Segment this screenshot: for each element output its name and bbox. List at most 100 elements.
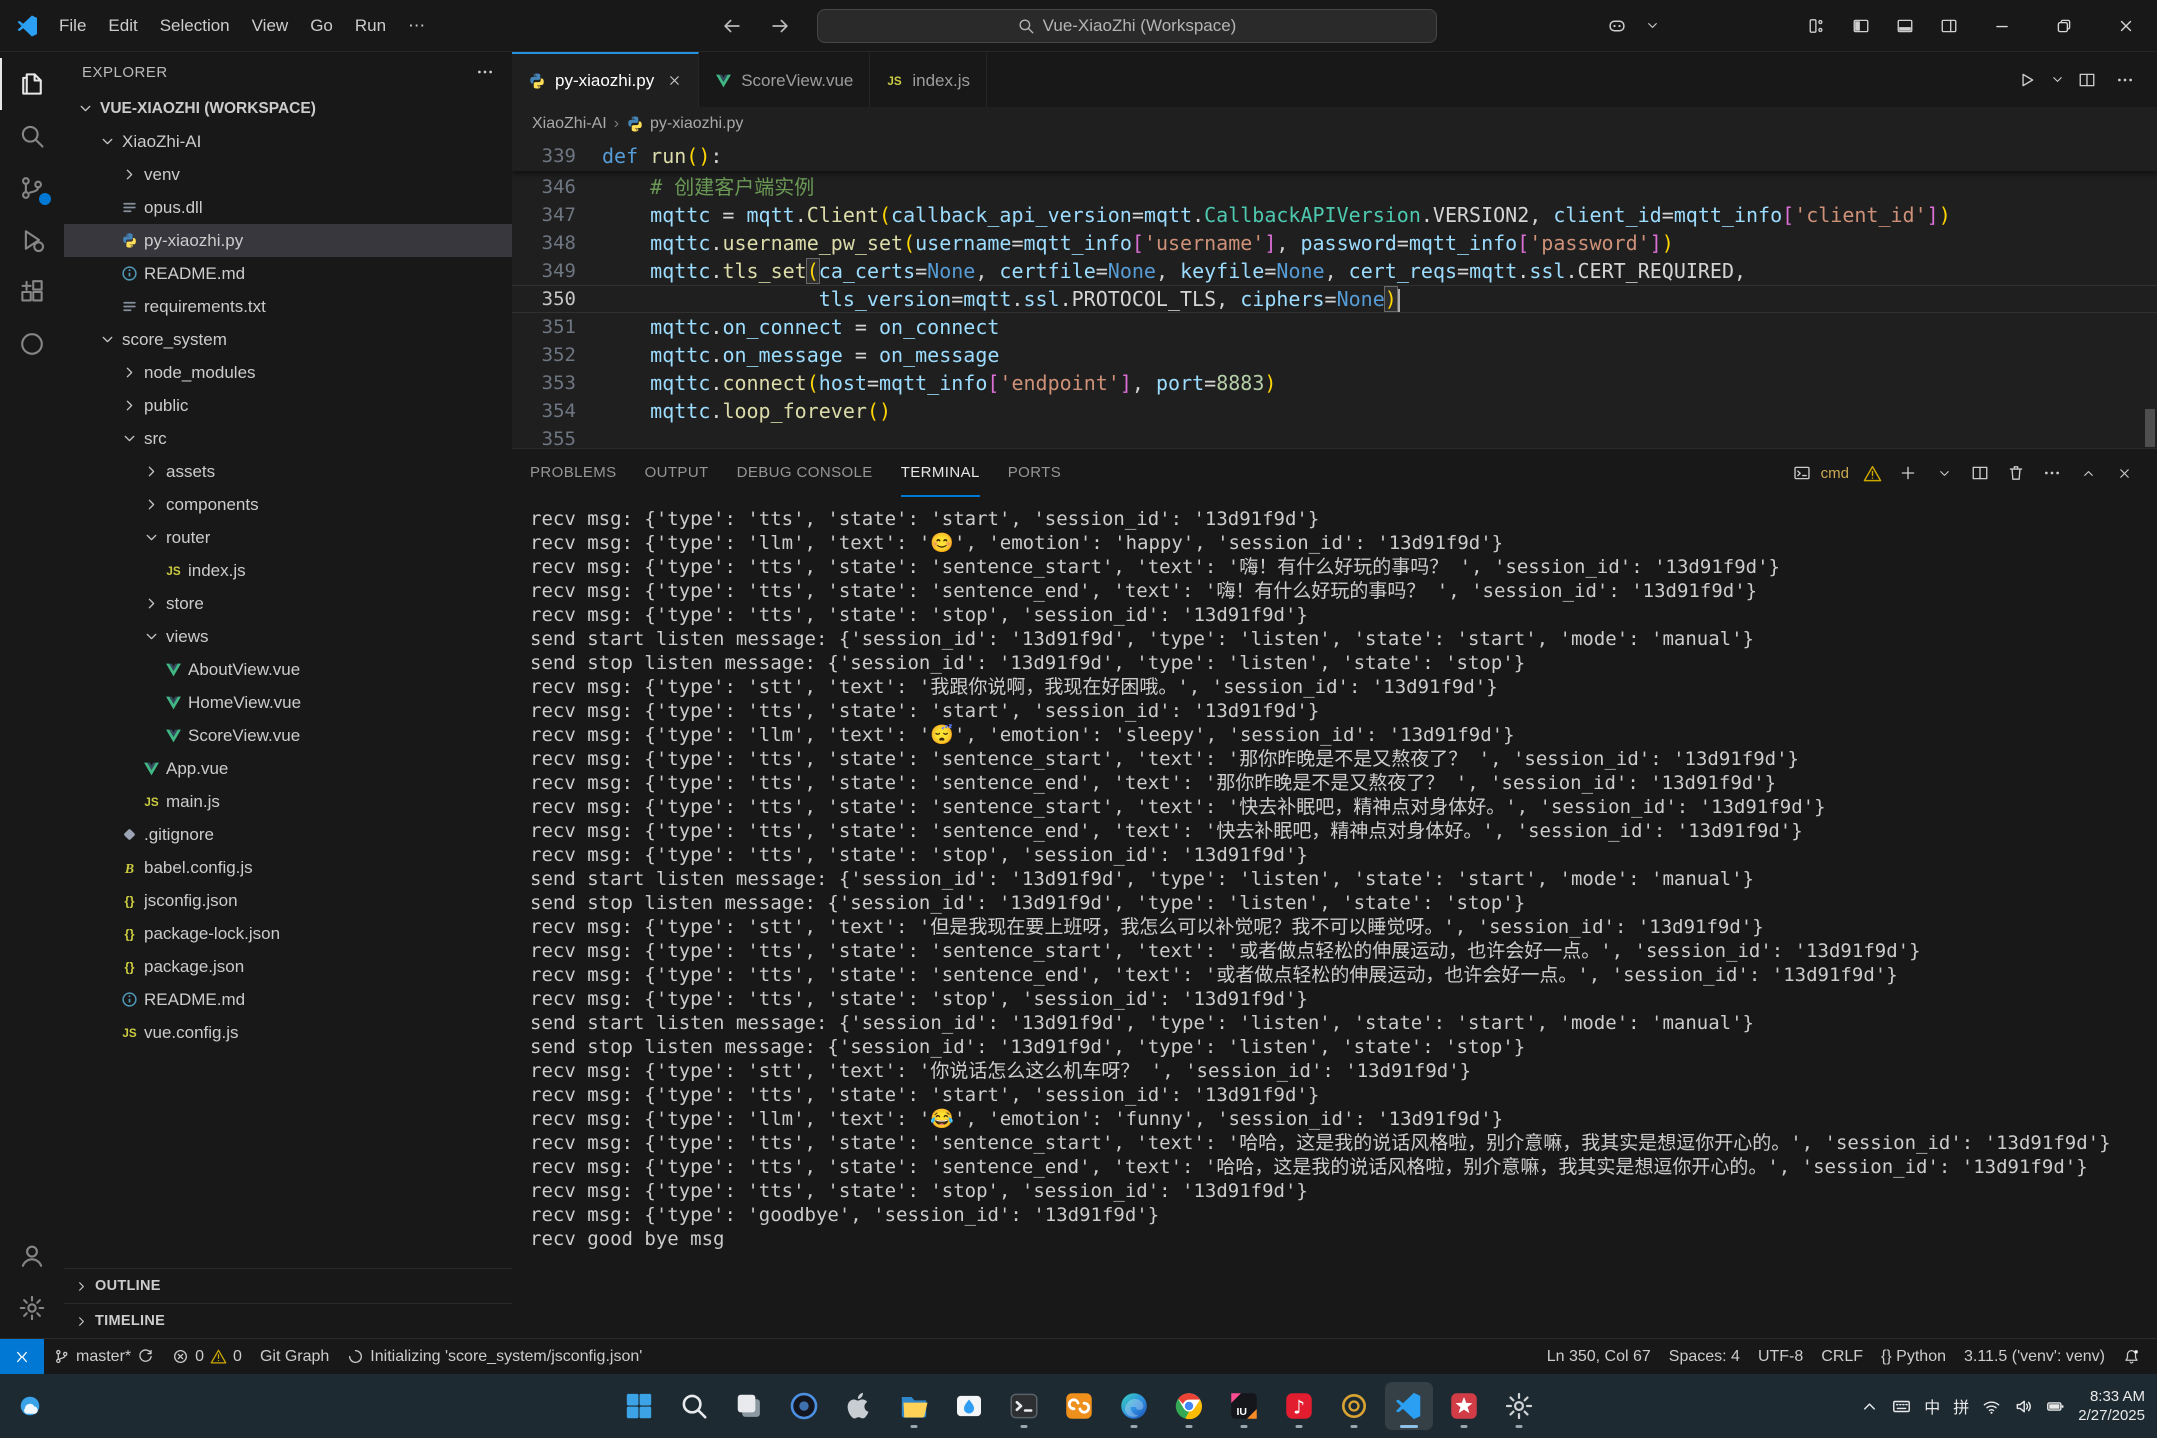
tree-item-jsconfig.json[interactable]: {}jsconfig.json (64, 884, 512, 917)
wifi-icon[interactable] (1982, 1397, 2001, 1416)
taskbar-cloud-drive-icon[interactable] (945, 1382, 993, 1430)
toggle-panel-icon[interactable] (1883, 0, 1927, 51)
taskbar-app-orange-icon[interactable] (1055, 1382, 1103, 1430)
ime-mode[interactable]: 拼 (1953, 1394, 1969, 1418)
tree-item-aboutview.vue[interactable]: AboutView.vue (64, 653, 512, 686)
tree-item-scoreview.vue[interactable]: ScoreView.vue (64, 719, 512, 752)
toggle-sidebar-icon[interactable] (1839, 0, 1883, 51)
activity-run-debug[interactable] (0, 214, 64, 266)
tree-item-main.js[interactable]: JSmain.js (64, 785, 512, 818)
taskbar-app-red-icon[interactable] (1440, 1382, 1488, 1430)
tree-item-readme.md[interactable]: README.md (64, 983, 512, 1016)
terminal-output[interactable]: recv msg: {'type': 'tts', 'state': 'star… (512, 497, 2157, 1338)
tree-item-node-modules[interactable]: node_modules (64, 356, 512, 389)
close-button[interactable] (2095, 0, 2157, 51)
code-editor[interactable]: 339def run():346 # 创建客户端实例347 mqttc = mq… (512, 141, 2157, 448)
taskbar-copilot-icon[interactable] (780, 1382, 828, 1430)
tray-chevron-up-icon[interactable] (1860, 1397, 1879, 1416)
breadcrumb[interactable]: XiaoZhi-AI›py-xiaozhi.py (512, 107, 2157, 141)
taskbar-chrome-icon[interactable] (1165, 1382, 1213, 1430)
panel-tab-ports[interactable]: PORTS (1008, 449, 1061, 497)
tree-item-py-xiaozhi.py[interactable]: py-xiaozhi.py (64, 224, 512, 257)
activity-search[interactable] (0, 110, 64, 162)
tree-item-.gitignore[interactable]: .gitignore (64, 818, 512, 851)
tree-item-router[interactable]: router (64, 521, 512, 554)
tree-item-babel.config.js[interactable]: Bbabel.config.js (64, 851, 512, 884)
activity-extension-ring[interactable] (0, 318, 64, 370)
activity-settings[interactable] (0, 1282, 64, 1334)
sidebar-panel-outline[interactable]: OUTLINE (64, 1268, 512, 1303)
tree-item-opus.dll[interactable]: opus.dll (64, 191, 512, 224)
panel-tab-problems[interactable]: PROBLEMS (530, 449, 617, 497)
close-tab-icon[interactable] (667, 73, 682, 88)
taskbar-file-explorer-icon[interactable] (890, 1382, 938, 1430)
menu-edit[interactable]: Edit (97, 11, 148, 41)
activity-explorer[interactable] (0, 58, 64, 110)
sidebar-panel-timeline[interactable]: TIMELINE (64, 1303, 512, 1338)
menu-file[interactable]: File (48, 11, 97, 41)
encoding[interactable]: UTF-8 (1749, 1339, 1812, 1374)
branch-status[interactable]: master* (44, 1339, 163, 1374)
menu-run[interactable]: Run (344, 11, 397, 41)
taskbar-task-view-icon[interactable] (725, 1382, 773, 1430)
forward-icon[interactable] (769, 15, 791, 37)
tree-item-index.js[interactable]: JSindex.js (64, 554, 512, 587)
terminal-warning-icon[interactable] (1857, 459, 1887, 487)
tree-item-app.vue[interactable]: App.vue (64, 752, 512, 785)
git-graph[interactable]: Git Graph (251, 1339, 338, 1374)
maximize-panel-icon[interactable] (2073, 459, 2103, 487)
panel-tab-terminal[interactable]: TERMINAL (901, 449, 980, 497)
python-interpreter[interactable]: 3.11.5 ('venv': venv) (1955, 1339, 2114, 1374)
taskbar-apple-icon[interactable] (835, 1382, 883, 1430)
taskbar-app-gold-icon[interactable] (1330, 1382, 1378, 1430)
tab-py-xiaozhi.py[interactable]: py-xiaozhi.py (512, 52, 699, 107)
close-panel-icon[interactable] (2109, 459, 2139, 487)
tree-item-xiaozhi-ai[interactable]: XiaoZhi-AI (64, 125, 512, 158)
split-terminal-icon[interactable] (1965, 459, 1995, 487)
tree-item-store[interactable]: store (64, 587, 512, 620)
taskbar-terminal-icon[interactable] (1000, 1382, 1048, 1430)
menu-more[interactable]: ⋯ (397, 11, 436, 41)
run-dropdown-icon[interactable] (2047, 62, 2067, 98)
restore-button[interactable] (2033, 0, 2095, 51)
copilot-chevron-icon[interactable] (1639, 0, 1665, 51)
indentation[interactable]: Spaces: 4 (1660, 1339, 1749, 1374)
ime-language[interactable]: 中 (1924, 1394, 1940, 1418)
panel-tab-debug-console[interactable]: DEBUG CONSOLE (737, 449, 873, 497)
new-terminal-icon[interactable] (1893, 459, 1923, 487)
taskbar-start-icon[interactable] (615, 1382, 663, 1430)
tree-item-score-system[interactable]: score_system (64, 323, 512, 356)
tree-item-public[interactable]: public (64, 389, 512, 422)
taskbar-intellij-icon[interactable]: IU (1220, 1382, 1268, 1430)
tree-item-src[interactable]: src (64, 422, 512, 455)
terminal-dropdown-icon[interactable] (1929, 459, 1959, 487)
copilot-icon[interactable] (1595, 0, 1639, 51)
tree-item-vue-xiaozhi--workspace-[interactable]: VUE-XIAOZHI (WORKSPACE) (64, 92, 512, 125)
init-status[interactable]: Initializing 'score_system/jsconfig.json… (338, 1339, 651, 1374)
remote-indicator[interactable] (0, 1339, 44, 1374)
tree-item-readme.md[interactable]: README.md (64, 257, 512, 290)
eol[interactable]: CRLF (1812, 1339, 1872, 1374)
terminal-shell-icon[interactable] (1787, 459, 1817, 487)
toggle-secondary-sidebar-icon[interactable] (1927, 0, 1971, 51)
panel-tab-output[interactable]: OUTPUT (645, 449, 709, 497)
run-python-file-icon[interactable] (2009, 62, 2045, 98)
tab-index.js[interactable]: JSindex.js (870, 52, 987, 107)
kill-terminal-icon[interactable] (2001, 459, 2031, 487)
back-icon[interactable] (721, 15, 743, 37)
cursor-position[interactable]: Ln 350, Col 67 (1538, 1339, 1660, 1374)
menu-selection[interactable]: Selection (149, 11, 241, 41)
tree-item-components[interactable]: components (64, 488, 512, 521)
tree-item-venv[interactable]: venv (64, 158, 512, 191)
notifications-bell-icon[interactable] (2114, 1339, 2149, 1374)
touch-keyboard-icon[interactable] (1892, 1397, 1911, 1416)
tree-item-package-lock.json[interactable]: {}package-lock.json (64, 917, 512, 950)
editor-more-icon[interactable] (2107, 62, 2143, 98)
editor-scrollbar[interactable] (2145, 409, 2155, 447)
panel-more-icon[interactable] (2037, 459, 2067, 487)
split-editor-icon[interactable] (2069, 62, 2105, 98)
minimize-button[interactable] (1971, 0, 2033, 51)
taskbar-taskbar-search-icon[interactable] (670, 1382, 718, 1430)
command-center-search[interactable]: Vue-XiaoZhi (Workspace) (817, 9, 1437, 43)
activity-source-control[interactable] (0, 162, 64, 214)
